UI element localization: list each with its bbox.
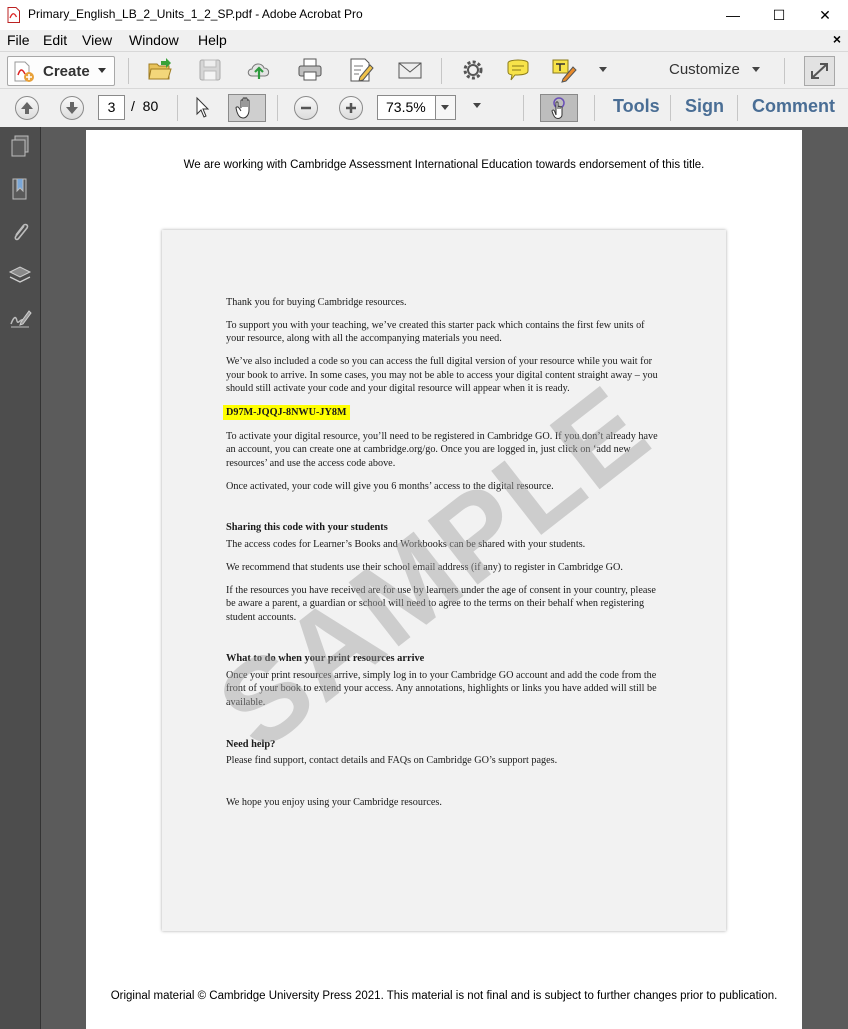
print-icon[interactable] [297,57,323,83]
paragraph: To activate your digital resource, you’l… [226,430,658,469]
close-document-button[interactable]: × [833,31,841,47]
pages-icon[interactable] [8,134,32,158]
menu-file[interactable]: File [7,32,30,48]
menu-view[interactable]: View [82,32,112,48]
paragraph: Please find support, contact details and… [226,754,558,766]
menu-help[interactable]: Help [198,32,227,48]
navigation-toolbar: 3 / 80 73.5% Tools Sign Comment [0,88,848,128]
sign-pane-button[interactable]: Sign [685,96,724,117]
paragraph: We recommend that students use their sch… [226,561,623,573]
chevron-down-icon[interactable] [752,67,760,72]
toolbar-divider [594,95,595,121]
maximize-button[interactable]: ☐ [756,0,802,30]
section-heading: Need help? [226,738,276,750]
zoom-out-button[interactable] [294,96,318,120]
edit-icon[interactable] [348,57,374,83]
page-number-input[interactable]: 3 [98,95,125,120]
paragraph: We hope you enjoy using your Cambridge r… [226,796,442,808]
section-heading: What to do when your print resources arr… [226,653,425,665]
chevron-down-icon [441,105,449,110]
hand-icon [235,97,250,119]
pdf-file-icon [7,7,20,23]
tools-pane-button[interactable]: Tools [613,96,660,117]
create-button[interactable]: Create [7,56,115,86]
next-page-button[interactable] [60,96,84,120]
zoom-select[interactable]: 73.5% [377,95,456,120]
zoom-in-button[interactable] [339,96,363,120]
toolbar-divider [670,95,671,121]
toolbar-more-icon[interactable] [473,103,481,108]
toolbar-divider [128,58,129,84]
paragraph: Thank you for buying Cambridge resources… [226,297,407,308]
menu-bar: File Edit View Window Help × [0,30,848,51]
paragraph: We’ve also included a code so you can ac… [226,356,658,395]
close-window-button[interactable]: ✕ [802,0,848,30]
minimize-button[interactable]: — [710,0,756,30]
zoom-dropdown[interactable] [435,96,455,119]
access-code: D97M-JQQJ-8NWU-JY8M [223,404,350,421]
window-title: Primary_English_LB_2_Units_1_2_SP.pdf - … [28,7,363,21]
signatures-icon[interactable] [8,306,32,330]
expand-icon [811,63,828,79]
toolbar-more-icon[interactable] [599,67,607,72]
attachments-icon[interactable] [8,220,32,244]
toolbar-divider [277,95,278,121]
comment-pane-button[interactable]: Comment [752,96,835,117]
hand-tool-button[interactable] [228,94,266,122]
create-label: Create [43,63,90,80]
document-view[interactable]: We are working with Cambridge Assessment… [41,127,848,1029]
navigation-pane [0,127,41,1029]
toolbar-divider [177,95,178,121]
paragraph: Once your print resources arrive, simply… [226,669,657,708]
menu-window[interactable]: Window [129,32,179,48]
open-icon[interactable] [147,57,173,83]
highlight-icon[interactable] [551,57,577,83]
comment-icon[interactable] [505,57,531,83]
touch-mode-button[interactable] [540,94,578,122]
paragraph: To support you with your teaching, we’ve… [226,319,645,345]
minus-icon [301,106,311,110]
chevron-down-icon [98,68,106,73]
select-cursor-icon[interactable] [193,96,213,118]
main-toolbar: Create Customize [0,51,848,89]
arrow-down-icon [66,102,78,114]
paragraph: The access codes for Learner’s Books and… [226,538,586,550]
page-total: / 80 [131,98,159,114]
cloud-upload-icon[interactable] [246,57,272,83]
access-code-line: D97M-JQQJ-8NWU-JY8M [223,404,664,421]
layers-icon[interactable] [8,263,32,287]
toolbar-divider [523,95,524,121]
title-bar: Primary_English_LB_2_Units_1_2_SP.pdf - … [0,0,848,30]
toolbar-divider [784,58,785,84]
plus-icon [346,103,356,113]
paragraph: If the resources you have received are f… [226,584,656,623]
save-icon[interactable] [197,57,223,83]
pdf-page: We are working with Cambridge Assessment… [86,130,802,1029]
email-icon[interactable] [397,57,423,83]
bookmarks-icon[interactable] [8,177,32,201]
embedded-page: Thank you for buying Cambridge resources… [162,230,726,931]
toolbar-divider [441,58,442,84]
page-body: Thank you for buying Cambridge resources… [223,296,664,819]
toolbar-divider [737,95,738,121]
paragraph: Once activated, your code will give you … [226,480,554,492]
customize-button[interactable]: Customize [669,61,740,78]
endorsement-note: We are working with Cambridge Assessment… [183,159,705,171]
create-pdf-icon [14,61,34,82]
section-heading: Sharing this code with your students [226,522,388,534]
fullscreen-button[interactable] [804,56,835,86]
touch-hand-icon [551,97,565,120]
arrow-up-icon [21,102,33,114]
menu-edit[interactable]: Edit [43,32,67,48]
settings-icon[interactable] [460,57,486,83]
zoom-value: 73.5% [386,99,426,115]
copyright-footer: Original material © Cambridge University… [110,990,778,1002]
previous-page-button[interactable] [15,96,39,120]
